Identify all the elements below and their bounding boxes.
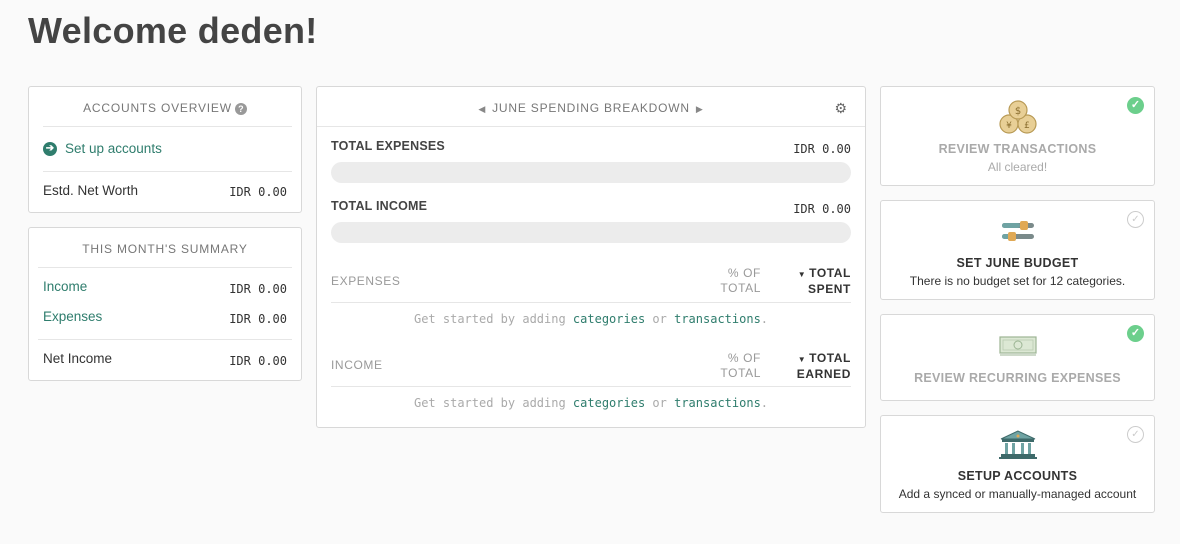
divider — [38, 339, 292, 340]
income-link[interactable]: Income — [43, 279, 87, 294]
svg-text:¥: ¥ — [1006, 121, 1012, 131]
check-icon: ✓ — [1127, 97, 1144, 114]
income-value: IDR 0.00 — [229, 282, 287, 296]
caret-down-icon: ▼ — [797, 270, 810, 279]
total-expenses-label: TOTAL EXPENSES — [331, 139, 445, 153]
accounts-overview-card: ACCOUNTS OVERVIEW? ➔ Set up accounts Est… — [28, 86, 302, 213]
divider — [38, 267, 292, 268]
coins-icon: $ ¥ £ — [998, 99, 1037, 140]
summary-heading: THIS MONTH'S SUMMARY — [82, 242, 248, 256]
income-progress-bar — [331, 222, 851, 243]
divider — [317, 126, 865, 127]
chevron-left-icon[interactable]: ◀ — [478, 104, 486, 114]
task-review-recurring[interactable]: ✓ REVIEW RECURRING EXPENSES — [880, 314, 1155, 401]
net-income-value: IDR 0.00 — [229, 354, 287, 368]
breakdown-heading: ◀ JUNE SPENDING BREAKDOWN ▶ — [478, 101, 704, 115]
net-worth-label: Estd. Net Worth — [43, 183, 139, 198]
check-icon: ✓ — [1127, 325, 1144, 342]
chevron-right-icon[interactable]: ▶ — [696, 104, 704, 114]
divider — [43, 171, 292, 172]
income-column-header: INCOME — [331, 358, 383, 372]
bank-icon — [998, 430, 1037, 465]
total-income-label: TOTAL INCOME — [331, 199, 428, 213]
caret-down-icon: ▼ — [797, 355, 810, 364]
expenses-link[interactable]: Expenses — [43, 309, 102, 324]
banknote-icon — [998, 335, 1037, 362]
task-subtitle: There is no budget set for 12 categories… — [909, 274, 1126, 288]
total-spent-header[interactable]: ▼ TOTAL SPENT — [798, 266, 851, 297]
net-income-label: Net Income — [43, 351, 113, 366]
net-worth-value: IDR 0.00 — [229, 185, 287, 199]
arrow-right-icon: ➔ — [43, 141, 57, 156]
check-outline-icon: ✓ — [1127, 211, 1144, 228]
expenses-progress-bar — [331, 162, 851, 183]
svg-text:£: £ — [1024, 121, 1030, 131]
divider — [43, 126, 292, 127]
total-expenses-value: IDR 0.00 — [793, 142, 851, 156]
divider — [331, 302, 851, 303]
monthly-summary-card: THIS MONTH'S SUMMARY Income IDR 0.00 Exp… — [28, 227, 302, 381]
task-title: REVIEW RECURRING EXPENSES — [914, 371, 1121, 385]
check-outline-icon: ✓ — [1127, 426, 1144, 443]
income-empty-message: Get started by adding categories or tran… — [413, 396, 769, 410]
task-subtitle: Add a synced or manually-managed account — [898, 487, 1137, 501]
setup-accounts-link[interactable]: ➔ Set up accounts — [43, 141, 162, 156]
sliders-icon — [1000, 221, 1036, 248]
task-subtitle: All cleared! — [987, 160, 1048, 174]
svg-text:$: $ — [1014, 106, 1020, 117]
task-title: SETUP ACCOUNTS — [957, 469, 1078, 483]
total-earned-header[interactable]: ▼ TOTAL EARNED — [797, 351, 851, 382]
task-title: REVIEW TRANSACTIONS — [938, 142, 1097, 156]
help-icon[interactable]: ? — [234, 103, 247, 115]
expenses-pct-header[interactable]: % OF TOTAL — [720, 266, 761, 296]
page-title: Welcome deden! — [28, 10, 318, 51]
task-title: SET JUNE BUDGET — [956, 256, 1079, 270]
expenses-value: IDR 0.00 — [229, 312, 287, 326]
task-review-transactions[interactable]: ✓ $ ¥ £ REVIEW TRANSACTIONS All cleared! — [880, 86, 1155, 186]
accounts-overview-heading: ACCOUNTS OVERVIEW? — [29, 101, 301, 115]
total-income-value: IDR 0.00 — [793, 202, 851, 216]
expenses-empty-message: Get started by adding categories or tran… — [413, 312, 769, 326]
categories-link[interactable]: categories — [573, 312, 645, 326]
task-set-budget[interactable]: ✓ SET JUNE BUDGET There is no budget set… — [880, 200, 1155, 300]
task-setup-accounts[interactable]: ✓ SETUP ACCOUNTS Add a synced or manuall… — [880, 415, 1155, 513]
transactions-link[interactable]: transactions — [674, 312, 761, 326]
categories-link[interactable]: categories — [573, 396, 645, 410]
income-pct-header[interactable]: % OF TOTAL — [720, 351, 761, 381]
transactions-link[interactable]: transactions — [674, 396, 761, 410]
spending-breakdown-card: ◀ JUNE SPENDING BREAKDOWN ▶ ⚙ TOTAL EXPENS… — [316, 86, 866, 428]
gear-icon[interactable]: ⚙ — [834, 100, 847, 117]
expenses-column-header: EXPENSES — [331, 274, 401, 288]
divider — [331, 386, 851, 387]
